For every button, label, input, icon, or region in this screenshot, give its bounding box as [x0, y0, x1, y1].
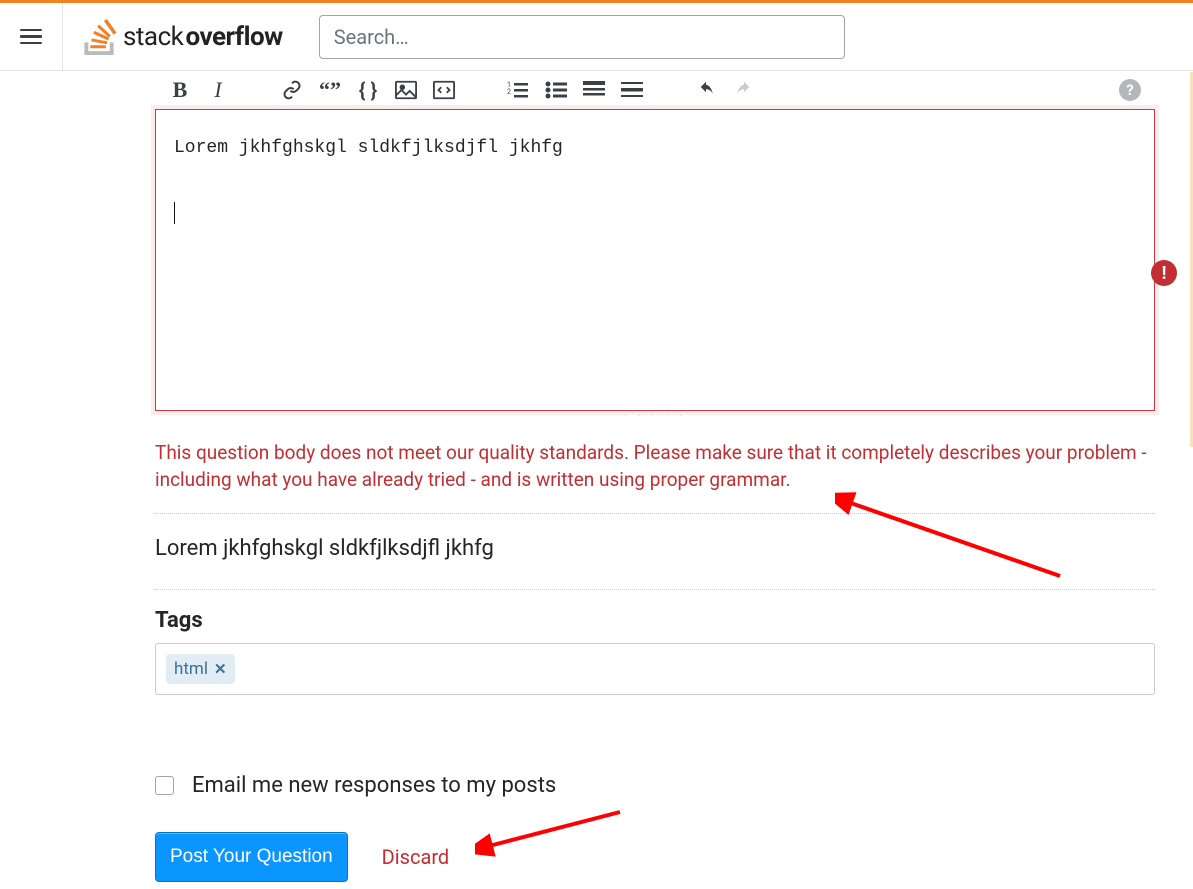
redo-icon [733, 79, 755, 101]
stackoverflow-icon [83, 19, 117, 55]
undo-icon[interactable] [695, 79, 717, 101]
tag-chip: html ✕ [166, 654, 235, 684]
hamburger-icon [20, 25, 42, 49]
annotation-arrow [475, 807, 625, 857]
quote-icon[interactable]: “” [319, 79, 341, 101]
bold-icon[interactable]: B [169, 79, 191, 101]
logo-text: stack overflow [123, 22, 283, 52]
tags-label: Tags [155, 608, 1155, 633]
tags-input[interactable]: html ✕ [155, 643, 1155, 695]
top-header: stack overflow Search… [0, 3, 1193, 71]
email-checkbox[interactable] [155, 776, 174, 795]
post-question-button[interactable]: Post Your Question [155, 832, 348, 882]
email-checkbox-label: Email me new responses to my posts [192, 773, 556, 798]
ask-question-form: B I “” { } 12 [155, 71, 1155, 882]
snippet-icon[interactable] [433, 79, 455, 101]
help-icon[interactable]: ? [1119, 79, 1141, 101]
error-badge-icon: ! [1151, 260, 1177, 286]
resize-handle[interactable]: • • • • • [155, 410, 1155, 422]
hamburger-button[interactable] [0, 3, 63, 70]
editor-content: Lorem jkhfghskgl sldkfjlksdjfl jkhfg [174, 132, 1136, 229]
discard-link[interactable]: Discard [382, 845, 450, 869]
image-icon[interactable] [395, 79, 417, 101]
remove-tag-icon[interactable]: ✕ [214, 660, 227, 678]
search-input[interactable]: Search… [319, 15, 845, 59]
form-actions: Post Your Question Discard [155, 832, 1155, 882]
code-icon[interactable]: { } [357, 79, 379, 101]
link-icon[interactable] [281, 79, 303, 101]
heading-icon[interactable] [583, 79, 605, 101]
tags-section: Tags html ✕ [155, 590, 1155, 695]
svg-text:2: 2 [507, 88, 511, 96]
tag-text: html [174, 659, 208, 679]
italic-icon[interactable]: I [207, 79, 229, 101]
hr-icon[interactable] [621, 79, 643, 101]
annotation-arrow [835, 491, 1065, 581]
email-responses-row: Email me new responses to my posts [155, 773, 1155, 798]
question-body-editor[interactable]: Lorem jkhfghskgl sldkfjlksdjfl jkhfg ! [155, 109, 1155, 411]
editor-toolbar: B I “” { } 12 [155, 71, 1155, 109]
bullet-list-icon[interactable] [545, 79, 567, 101]
site-logo[interactable]: stack overflow [75, 19, 291, 55]
search-placeholder: Search… [334, 25, 409, 49]
numbered-list-icon[interactable]: 12 [507, 79, 529, 101]
